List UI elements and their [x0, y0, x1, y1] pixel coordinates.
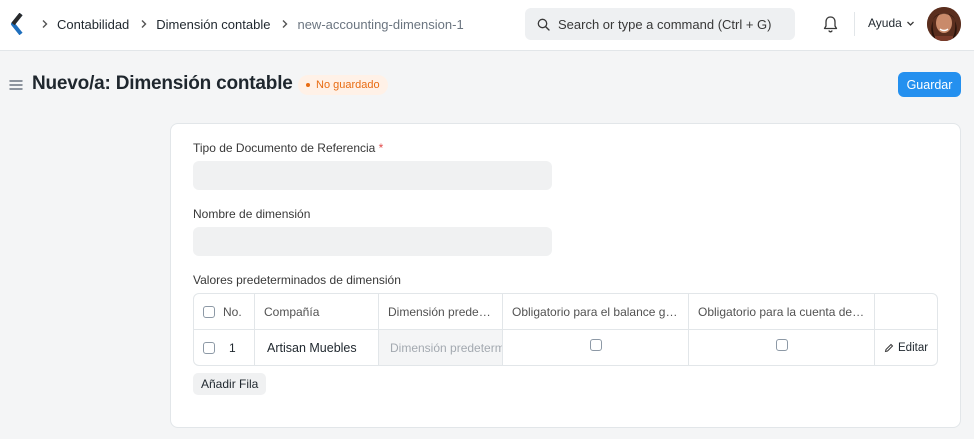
default-dimension-input[interactable]: Dimensión predeterminada: [379, 330, 503, 365]
pencil-icon: [884, 343, 894, 353]
chevron-down-icon: [906, 21, 914, 26]
bell-icon[interactable]: [822, 15, 839, 33]
reference-doctype-label-text: Tipo de Documento de Referencia: [193, 141, 376, 155]
column-header-default-dimension-label: Dimensión predeterminada: [388, 304, 493, 319]
status-badge: No guardado: [298, 75, 388, 95]
status-dot: [306, 83, 310, 87]
avatar[interactable]: [927, 7, 961, 41]
add-row-button[interactable]: Añadir Fila: [193, 373, 267, 395]
column-header-default-dimension[interactable]: Dimensión predeterminada: [379, 294, 503, 329]
save-button[interactable]: Guardar: [898, 72, 961, 97]
row-no-cell: 1: [194, 330, 255, 365]
help-dropdown[interactable]: Ayuda: [868, 16, 915, 30]
breadcrumb-item-accounting-dimension[interactable]: Dimensión contable: [156, 17, 270, 32]
column-header-company-label: Compañía: [264, 304, 320, 319]
dimension-defaults-table: No. Compañía Dimensión predeterminada Ob…: [193, 293, 938, 366]
chevron-right-icon: [139, 19, 149, 29]
dimension-defaults-label: Valores predeterminados de dimensión: [193, 273, 401, 287]
menu-icon[interactable]: [9, 79, 23, 91]
help-label: Ayuda: [868, 16, 902, 30]
mandatory-balance-sheet-checkbox[interactable]: [589, 339, 602, 351]
reference-doctype-label: Tipo de Documento de Referencia *: [193, 141, 383, 155]
column-header-mandatory-profit-loss[interactable]: Obligatorio para la cuenta de pérdidas y…: [689, 294, 875, 329]
table-header-row: No. Compañía Dimensión predeterminada Ob…: [194, 294, 937, 330]
chevron-right-icon: [280, 19, 290, 29]
reference-doctype-field[interactable]: [193, 161, 552, 190]
edit-row-button[interactable]: Editar: [875, 330, 937, 365]
mandatory-balance-sheet-cell: [503, 330, 689, 365]
breadcrumb-item-accounting[interactable]: Contabilidad: [57, 17, 129, 32]
mandatory-profit-loss-cell: [689, 330, 875, 365]
row-number: 1: [229, 341, 236, 355]
breadcrumb: Contabilidad Dimensión contable new-acco…: [40, 16, 474, 32]
column-header-company[interactable]: Compañía: [255, 294, 379, 329]
column-header-mandatory-balance-sheet-label: Obligatorio para el balance general: [512, 304, 680, 319]
table-row[interactable]: 1 Artisan Muebles Dimensión predetermina…: [194, 330, 937, 365]
required-marker: *: [378, 141, 384, 155]
status-badge-label: No guardado: [316, 79, 380, 91]
search-input[interactable]: Search or type a command (Ctrl + G): [525, 8, 795, 40]
column-header-mandatory-profit-loss-label: Obligatorio para la cuenta de pérdidas y…: [698, 304, 866, 319]
dimension-name-label: Nombre de dimensión: [193, 207, 311, 221]
navbar: Contabilidad Dimensión contable new-acco…: [0, 0, 974, 51]
dimension-name-field[interactable]: [193, 227, 552, 256]
search-icon: [537, 18, 550, 31]
column-header-mandatory-balance-sheet[interactable]: Obligatorio para el balance general: [503, 294, 689, 329]
column-header-actions: [875, 294, 937, 329]
search-placeholder: Search or type a command (Ctrl + G): [558, 16, 772, 32]
company-cell[interactable]: Artisan Muebles: [255, 330, 379, 365]
select-all-checkbox[interactable]: [203, 305, 215, 318]
mandatory-profit-loss-checkbox[interactable]: [775, 339, 788, 351]
app-logo-icon[interactable]: [10, 13, 24, 35]
navbar-divider: [854, 12, 855, 36]
chevron-right-icon: [40, 19, 50, 29]
edit-row-label: Editar: [898, 342, 929, 354]
column-header-no: No.: [223, 304, 242, 319]
breadcrumb-item-current[interactable]: new-accounting-dimension-1: [297, 17, 463, 32]
page-title: Nuevo/a: Dimensión contable: [32, 73, 293, 94]
header-no-cell: No.: [194, 294, 255, 329]
row-select-checkbox[interactable]: [203, 342, 215, 354]
